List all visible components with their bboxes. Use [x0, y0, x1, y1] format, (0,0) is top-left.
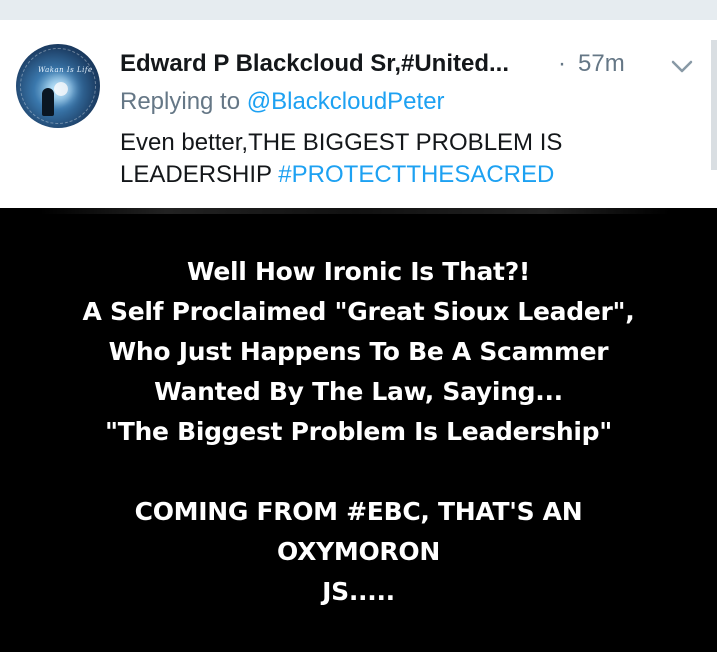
- timestamp[interactable]: 57m: [578, 50, 625, 78]
- meme-line: Well How Ironic Is That?!: [186, 257, 531, 286]
- meme-line: JS.....: [322, 577, 395, 606]
- meme-line: Who Just Happens To Be A Scammer: [108, 337, 609, 366]
- avatar-light: [54, 82, 68, 96]
- meme-spacer: [0, 452, 717, 492]
- timeline-top-separator: [0, 0, 717, 20]
- reply-handle-link[interactable]: @BlackcloudPeter: [247, 88, 445, 115]
- meta-separator: ·: [558, 50, 566, 77]
- reply-context: Replying to @BlackcloudPeter: [120, 88, 445, 116]
- chevron-down-icon[interactable]: [670, 54, 694, 78]
- meme-line: Wanted By The Law, Saying...: [154, 377, 563, 406]
- tweet[interactable]: Wakan Is Life Edward P Blackcloud Sr,#Un…: [0, 20, 717, 208]
- meme-line: COMING FROM #EBC, THAT'S AN: [134, 497, 583, 526]
- reply-prefix: Replying to: [120, 88, 247, 115]
- author-name[interactable]: Edward P Blackcloud Sr,#United...: [120, 50, 509, 78]
- hashtag-link[interactable]: #PROTECTTHESACRED: [278, 161, 554, 188]
- meme-top-edge: [40, 208, 670, 214]
- tweet-text-line-2: LEADERSHIP #PROTECTTHESACRED: [120, 159, 680, 191]
- avatar[interactable]: Wakan Is Life: [16, 44, 100, 128]
- tweet-text-line-1: Even better,THE BIGGEST PROBLEM IS: [120, 129, 563, 156]
- avatar-figure: [42, 88, 54, 116]
- tweet-text: Even better,THE BIGGEST PROBLEM IS LEADE…: [120, 127, 680, 191]
- meme-image[interactable]: Well How Ironic Is That?! A Self Proclai…: [0, 208, 717, 652]
- avatar-signature: Wakan Is Life: [38, 66, 93, 74]
- meme-line: "The Biggest Problem Is Leadership": [105, 417, 612, 446]
- right-edge-card: [711, 40, 717, 170]
- meme-caption: Well How Ironic Is That?! A Self Proclai…: [0, 252, 717, 612]
- meme-line: OXYMORON: [277, 537, 440, 566]
- tweet-text-plain: LEADERSHIP: [120, 161, 279, 188]
- meme-line: A Self Proclaimed "Great Sioux Leader",: [82, 297, 635, 326]
